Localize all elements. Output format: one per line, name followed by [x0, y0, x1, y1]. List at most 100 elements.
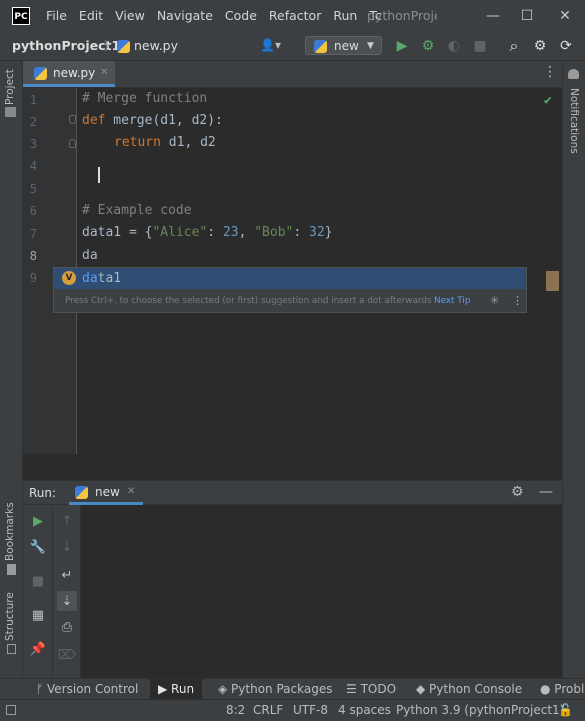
menu-navigate[interactable]: Navigate [151, 0, 219, 32]
line-number-current: 8 [29, 249, 37, 263]
line-number: 1 [29, 93, 37, 107]
caret-position[interactable]: 8:2 [226, 700, 245, 720]
completion-match: da [82, 271, 98, 286]
debug-icon[interactable]: ⚙ [418, 36, 438, 56]
run-configuration-select[interactable]: new ▼ [305, 36, 382, 55]
code-line-3: return d1, d2 [114, 132, 216, 154]
layout-icon[interactable]: ▦ [28, 605, 48, 625]
line-separator[interactable]: CRLF [253, 700, 283, 720]
problems-tab[interactable]: ● Probl [536, 679, 585, 700]
code-line-1: # Merge function [82, 91, 208, 106]
scrollbar-marker[interactable] [546, 271, 559, 291]
python-packages-tab[interactable]: ◈ Python Packages [212, 679, 338, 700]
menu-file[interactable]: File [40, 0, 73, 32]
menu-code[interactable]: Code [219, 0, 263, 32]
menu-run[interactable]: Run [327, 0, 363, 32]
update-icon[interactable]: ⟳ [556, 36, 576, 56]
close-button[interactable]: ✕ [548, 0, 582, 32]
project-tool-button[interactable]: Project [4, 69, 16, 105]
settings-gear-icon[interactable]: ⚙ [530, 36, 550, 56]
run-panel-header: Run: new ✕ ⚙ — [23, 480, 562, 505]
soft-wrap-icon[interactable]: ↵ [57, 565, 77, 585]
search-icon[interactable]: ⌕ [504, 36, 524, 56]
stop-icon[interactable]: ■ [470, 36, 490, 56]
maximize-button[interactable]: ☐ [510, 0, 544, 32]
string-literal: "Alice" [152, 225, 208, 240]
branch-icon: ᚠ [36, 682, 48, 696]
delete-icon[interactable]: ⌦ [57, 645, 77, 665]
menu-view[interactable]: View [109, 0, 151, 32]
run-console[interactable]: ▶ 🔧 ■ ▦ 📌 ↑ ↓ ↵ ⇣ ⎙ ⌦ [23, 505, 562, 678]
indentation[interactable]: 4 spaces [338, 700, 391, 720]
hide-panel-icon[interactable]: — [539, 481, 553, 504]
run-icon: ▶ [158, 682, 172, 696]
completion-hint: Press Ctrl+. to choose the selected (or … [65, 296, 432, 306]
completion-item-label: data1 [82, 268, 121, 289]
breadcrumb-separator: 〉 [104, 39, 117, 53]
rerun-icon[interactable]: ▶ [28, 511, 48, 531]
menu-refactor[interactable]: Refactor [263, 0, 327, 32]
notifications-bell-icon [568, 69, 579, 79]
bookmarks-tool-button[interactable]: Bookmarks [4, 502, 16, 561]
breadcrumb-file[interactable]: new.py [134, 32, 178, 60]
python-console-tab[interactable]: ◆ Python Console [410, 679, 528, 700]
code-text: data1 = { [82, 225, 153, 240]
close-run-tab-icon[interactable]: ✕ [127, 481, 135, 503]
keyword: return [114, 135, 161, 150]
line-number: 9 [29, 271, 37, 285]
run-tool-tab[interactable]: ▶ Run [150, 679, 203, 700]
code-line-7: data1 = {"Alice": 23, "Bob": 32} [82, 222, 333, 244]
down-arrow-icon[interactable]: ↓ [57, 537, 77, 557]
code-line-8: da [82, 248, 98, 263]
close-tab-icon[interactable]: ✕ [100, 61, 108, 85]
string-literal: "Bob" [254, 225, 294, 240]
pin-tab-icon[interactable]: 📌 [28, 639, 48, 659]
python-packages-label: Python Packages [231, 682, 333, 696]
status-bar: 8:2 CRLF UTF-8 4 spaces Python 3.9 (pyth… [0, 699, 585, 721]
minimize-button[interactable]: — [476, 0, 510, 32]
run-settings-gear-icon[interactable]: ⚙ [511, 484, 524, 500]
menu-edit[interactable]: Edit [73, 0, 109, 32]
lock-icon[interactable]: 🔓 [558, 700, 573, 720]
version-control-tab[interactable]: ᚠ Version Control [30, 679, 144, 700]
run-tab-new[interactable]: new ✕ [69, 481, 143, 505]
popup-options-icon[interactable]: ⋮ [512, 293, 523, 309]
fold-icon[interactable] [69, 115, 76, 124]
list-icon: ☰ [346, 682, 361, 696]
user-icon[interactable]: 👤▾ [260, 38, 288, 54]
structure-tool-button[interactable]: Structure [4, 592, 16, 641]
line-number: 7 [29, 227, 37, 241]
chevron-down-icon: ▼ [367, 41, 374, 51]
toggle-tool-windows-icon[interactable] [6, 705, 16, 715]
python-interpreter[interactable]: Python 3.9 (pythonProject1) [396, 700, 564, 720]
run-icon[interactable]: ▶ [392, 36, 412, 56]
notifications-tool-button[interactable]: Notifications [568, 88, 580, 154]
coverage-icon[interactable]: ◐ [444, 36, 464, 56]
fold-end-icon[interactable] [69, 139, 76, 148]
left-tool-stripe: Project Bookmarks Structure [0, 61, 23, 678]
code-line-6: # Example code [82, 203, 192, 218]
tab-options-icon[interactable]: ⋮ [543, 64, 557, 80]
file-encoding[interactable]: UTF-8 [293, 700, 328, 720]
run-configuration-label: new [334, 39, 359, 53]
run-tab-label: new [95, 485, 120, 499]
console-icon: ◆ [416, 682, 430, 696]
completion-popup: V data1 Press Ctrl+. to choose the selec… [53, 267, 527, 313]
next-tip-link[interactable]: Next Tip [434, 293, 470, 309]
print-icon[interactable]: ⎙ [57, 617, 77, 637]
code-text: d1, d2 [160, 135, 216, 150]
completion-item-data1[interactable]: V data1 [54, 268, 526, 289]
todo-tab[interactable]: ☰ TODO [340, 679, 402, 700]
modify-run-config-icon[interactable]: 🔧 [28, 537, 48, 557]
run-panel-title: Run: [29, 486, 57, 500]
tool-window-bar: ᚠ Version Control ▶ Run ◈ Python Package… [0, 678, 585, 700]
up-arrow-icon[interactable]: ↑ [57, 511, 77, 531]
inspection-ok-icon[interactable]: ✔ [544, 93, 552, 108]
line-number: 3 [29, 137, 37, 151]
line-number: 4 [29, 159, 37, 173]
stop-icon[interactable]: ■ [28, 571, 48, 591]
line-number: 5 [29, 182, 37, 196]
editor-tab-new-py[interactable]: new.py ✕ [23, 61, 115, 87]
folder-icon [5, 107, 16, 117]
scroll-to-end-icon[interactable]: ⇣ [57, 591, 77, 611]
